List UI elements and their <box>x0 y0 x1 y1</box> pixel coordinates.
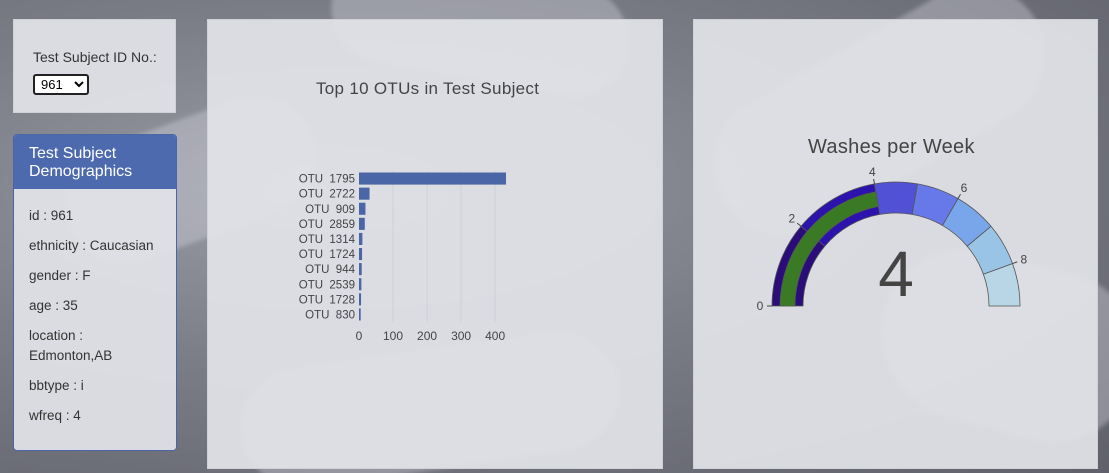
otu-bar <box>359 293 362 306</box>
demo-id: id : 961 <box>29 208 74 223</box>
otu-bar <box>359 172 506 185</box>
y-tick-label: OTU 830 <box>305 309 355 321</box>
washes-gauge-chart[interactable]: 0 2 4 6 8 4 <box>694 20 1099 470</box>
demo-wfreq: wfreq : 4 <box>29 408 81 423</box>
demo-bbtype: bbtype : i <box>29 378 84 393</box>
subject-selector-panel: Test Subject ID No.: 961 <box>13 19 176 113</box>
x-tick-label: 300 <box>451 329 471 343</box>
otu-bar-chart[interactable]: 0 100 200 300 400 OTU 1795 OTU 2722 OTU 909 OTU … <box>208 20 664 470</box>
gauge-value-number: 4 <box>878 238 914 310</box>
y-tick-label: OTU 909 <box>305 204 355 216</box>
y-tick-label: OTU 1724 <box>299 249 356 261</box>
x-tick-label: 0 <box>356 329 363 343</box>
x-tick-label: 100 <box>383 329 403 343</box>
gauge-tick-label: 8 <box>1020 252 1027 266</box>
otu-bar <box>359 217 365 230</box>
demo-age: age : 35 <box>29 298 78 313</box>
gauge-band <box>874 181 918 215</box>
demographics-title: Test Subject Demographics <box>14 135 176 189</box>
y-tick-label: OTU 1728 <box>299 294 355 306</box>
gauge-tick <box>873 178 875 184</box>
bar-chart-panel: Top 10 OTUs in Test Subject 0 100 200 300 40… <box>207 19 663 469</box>
otu-bar <box>359 202 366 215</box>
subject-id-label: Test Subject ID No.: <box>33 49 157 65</box>
y-tick-label: OTU 2539 <box>299 279 355 291</box>
subject-id-select[interactable]: 961 <box>33 74 89 95</box>
x-tick-label: 400 <box>485 329 505 343</box>
otu-bar <box>359 263 362 276</box>
demo-location: location : Edmonton,AB <box>29 328 113 363</box>
y-tick-label: OTU 1314 <box>299 234 356 246</box>
gauge-tick-label: 6 <box>961 181 968 195</box>
demo-ethnicity: ethnicity : Caucasian <box>29 238 154 253</box>
gauge-tick <box>1012 261 1018 265</box>
y-tick-label: OTU 1795 <box>299 174 355 186</box>
demographics-panel: Test Subject Demographics id : 961 ethni… <box>13 134 177 451</box>
otu-bar <box>359 232 363 245</box>
x-tick-label: 200 <box>417 329 437 343</box>
gauge-tick-label: 2 <box>788 212 795 226</box>
y-tick-label: OTU 2722 <box>299 189 355 201</box>
otu-bar <box>359 308 361 321</box>
y-tick-label: OTU 2859 <box>299 219 355 231</box>
gauge-chart-panel: Washes per Week 024684 <box>693 19 1098 469</box>
otu-bar <box>359 248 363 261</box>
gauge-tick-label: 0 <box>757 299 764 313</box>
otu-bar <box>359 278 362 291</box>
y-tick-label: OTU 944 <box>305 264 355 276</box>
demo-gender: gender : F <box>29 268 91 283</box>
gauge-tick-label: 4 <box>869 165 876 179</box>
otu-bar <box>359 187 370 200</box>
gauge-tick <box>796 222 802 227</box>
